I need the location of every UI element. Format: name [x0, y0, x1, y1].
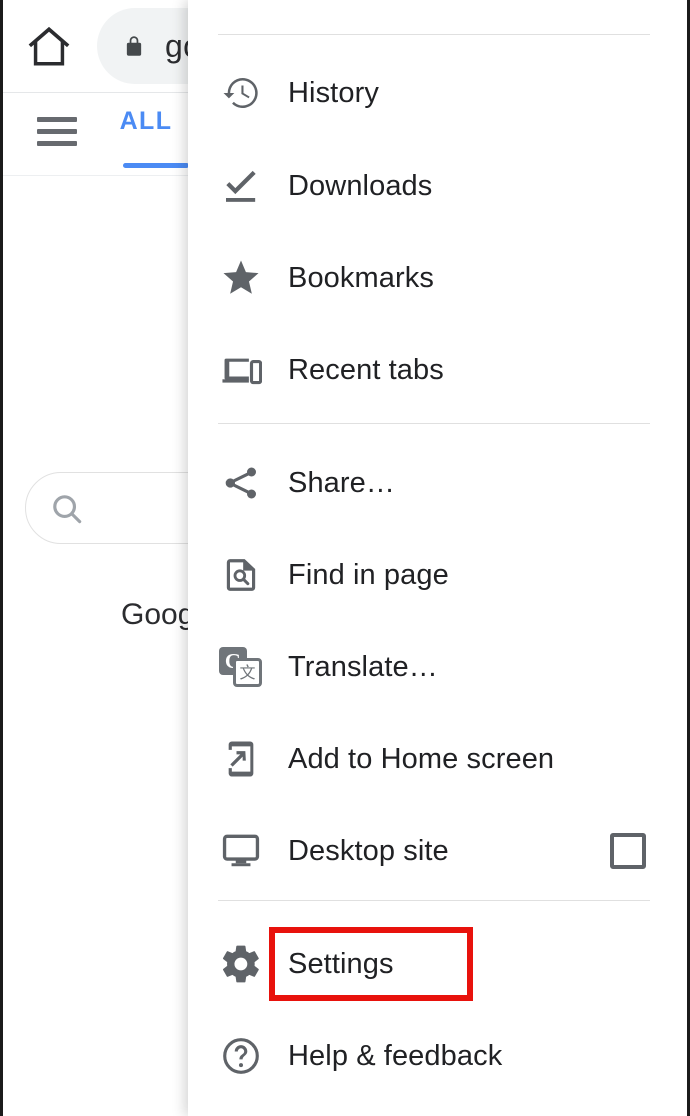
menu-divider-2	[218, 900, 650, 901]
desktop-site-checkbox[interactable]	[610, 833, 646, 869]
menu-item-translate[interactable]: G 文 Translate…	[188, 621, 687, 713]
screen: go ALL Googl History Downloads Bookmarks…	[0, 0, 690, 1116]
menu-item-add-to-home-screen[interactable]: Add to Home screen	[188, 713, 687, 805]
menu-item-label: Bookmarks	[288, 261, 434, 294]
menu-item-history[interactable]: History	[188, 47, 687, 139]
star-icon	[218, 255, 264, 301]
menu-item-label: Find in page	[288, 558, 449, 591]
translate-icon: G 文	[218, 644, 264, 690]
overflow-menu: History Downloads Bookmarks Recent tabs …	[188, 0, 687, 1116]
find-in-page-icon	[218, 552, 264, 598]
desktop-icon	[218, 828, 264, 874]
menu-item-downloads[interactable]: Downloads	[188, 140, 687, 232]
menu-item-recent-tabs[interactable]: Recent tabs	[188, 324, 687, 416]
menu-item-bookmarks[interactable]: Bookmarks	[188, 232, 687, 324]
menu-divider-1	[218, 423, 650, 424]
history-icon	[218, 70, 264, 116]
lock-icon	[126, 36, 142, 56]
menu-item-desktop-site[interactable]: Desktop site	[188, 805, 687, 897]
hamburger-icon[interactable]	[37, 117, 77, 147]
menu-item-share[interactable]: Share…	[188, 437, 687, 529]
devices-icon	[218, 347, 264, 393]
tab-active-indicator	[123, 163, 189, 168]
help-circle-icon	[218, 1033, 264, 1079]
menu-item-help-feedback[interactable]: Help & feedback	[188, 1010, 687, 1102]
menu-item-label: Desktop site	[288, 834, 449, 867]
home-icon[interactable]	[23, 20, 75, 72]
add-to-home-screen-icon	[218, 736, 264, 782]
download-check-icon	[218, 163, 264, 209]
gear-icon	[218, 941, 264, 987]
menu-item-label: Share…	[288, 466, 395, 499]
menu-divider-top	[218, 34, 650, 35]
menu-item-label: Downloads	[288, 169, 433, 202]
share-icon	[218, 460, 264, 506]
menu-item-label: History	[288, 76, 379, 109]
menu-item-find-in-page[interactable]: Find in page	[188, 529, 687, 621]
menu-item-label: Translate…	[288, 650, 438, 683]
menu-item-label: Settings	[288, 947, 394, 980]
menu-item-label: Add to Home screen	[288, 742, 555, 775]
search-icon	[53, 495, 82, 524]
menu-item-label: Help & feedback	[288, 1039, 503, 1072]
tab-all-label: ALL	[119, 107, 173, 135]
tab-all[interactable]: ALL	[101, 107, 191, 136]
menu-item-label: Recent tabs	[288, 353, 444, 386]
menu-item-settings[interactable]: Settings	[188, 918, 687, 1010]
